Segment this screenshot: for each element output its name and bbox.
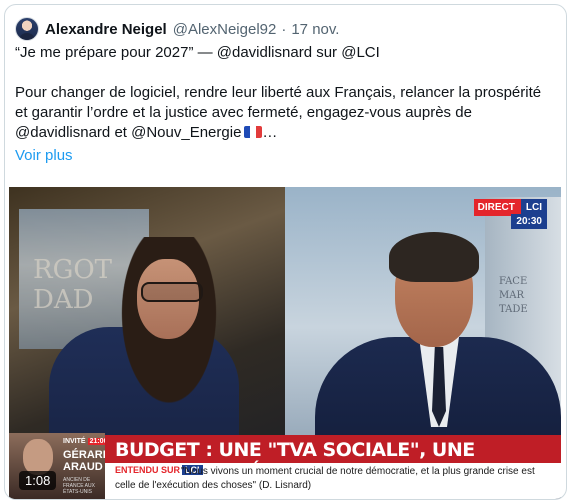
guest-subtitle: ANCIEN DE FRANCE AUX ÉTATS-UNIS [63, 477, 95, 495]
tweet-body: Pour changer de logiciel, rendre leur li… [15, 83, 555, 143]
avatar[interactable] [15, 17, 39, 41]
author-handle[interactable]: @AlexNeigel92 [173, 21, 277, 38]
video-duration: 1:08 [19, 471, 57, 490]
guest-hair [389, 232, 479, 282]
french-flag-icon [244, 126, 263, 138]
tweet-line-1: “Je me prépare pour 2027” — @davidlisnar… [15, 44, 380, 61]
tweet-date[interactable]: 17 nov. [291, 21, 339, 38]
guest-last-name: ARAUD [63, 461, 103, 473]
guest-invite-tag: INVITÉ 21:00 [63, 438, 110, 445]
author-name[interactable]: Alexandre Neigel [45, 21, 167, 38]
tweet-header: Alexandre Neigel @AlexNeigel92 · 17 nov. [15, 17, 339, 41]
tweet-text: “Je me prépare pour 2027” — @davidlisnar… [15, 43, 555, 143]
tweet-body-ellipsis: … [262, 124, 278, 141]
guest-name: GÉRARD ARAUD [63, 449, 111, 473]
tweet-card[interactable]: Alexandre Neigel @AlexNeigel92 · 17 nov.… [4, 4, 567, 500]
guest-first-name: GÉRARD [63, 449, 111, 461]
quote-text: "Nous vivons un moment crucial de notre … [115, 466, 535, 491]
separator: · [281, 20, 287, 38]
backdrop-left-text: RGOT DAD [33, 255, 113, 315]
journalist-glasses [141, 282, 203, 302]
backdrop-right-text: FACE MAR TADE [499, 276, 528, 315]
quote-banner: ENTENDU SUR LCI "Nous vivons un moment cr… [105, 463, 561, 499]
headline-banner: BUDGET : UNE "TVA SOCIALE", UNE MAUVAISE… [105, 435, 561, 483]
video-player[interactable]: RGOT DAD FACE MAR TADE DIRECT LCI 20:30 … [9, 187, 561, 499]
show-more-link[interactable]: Voir plus [15, 147, 73, 164]
tweet-body-text: Pour changer de logiciel, rendre leur li… [15, 84, 542, 141]
invite-label: INVITÉ [63, 438, 86, 445]
inset-face [23, 439, 53, 475]
broadcast-clock: 20:30 [511, 214, 547, 229]
